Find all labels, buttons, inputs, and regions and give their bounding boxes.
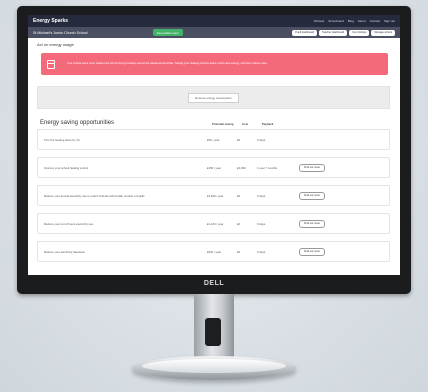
top-nav: Schools Scoreboard Blog About Contact Si… xyxy=(314,19,395,23)
opportunity-saving: £95 / year xyxy=(207,137,220,142)
manage-school-button[interactable]: Manage school xyxy=(371,29,395,36)
opportunity-row: Reduce your out of hours electricity use… xyxy=(37,213,390,234)
nav-link-schools[interactable]: Schools xyxy=(314,19,325,23)
opportunity-description: Reduce your out of hours electricity use xyxy=(44,221,94,226)
opportunity-saving: £4,600 / year xyxy=(207,193,224,198)
opportunities-title: Energy saving opportunities xyxy=(40,120,115,126)
stand-cable-slot xyxy=(205,318,221,346)
nav-link-contact[interactable]: Contact xyxy=(370,19,380,23)
opportunity-cost: £3,000 xyxy=(237,165,246,170)
opportunities-section: Energy saving opportunities Potential sa… xyxy=(37,116,390,262)
page-content: Act on energy usage Your school spent mo… xyxy=(28,38,400,262)
column-header-payback: Payback xyxy=(262,122,274,126)
opportunity-row: Reduce your annual electricity use to ma… xyxy=(37,185,390,206)
monitor-stand-base-top xyxy=(142,359,286,373)
opportunity-cost: £0 xyxy=(237,221,241,226)
teacher-dashboard-button[interactable]: Teacher dashboard xyxy=(319,29,348,36)
chart-button[interactable]: Remove energy consumption xyxy=(188,92,239,103)
opportunity-cost: £0 xyxy=(237,193,241,198)
opportunity-cost: £0 xyxy=(237,137,241,142)
column-header-cost: Cost xyxy=(242,122,249,126)
school-bar: St Michael's Junior Church School Eco pe… xyxy=(28,27,400,38)
alert-text: Your school spent more heating the schoo… xyxy=(67,62,268,65)
key-findings-button[interactable]: Key findings xyxy=(349,29,370,36)
opportunity-payback: 1 year 7 months xyxy=(257,165,278,170)
opportunity-description: Improve your school heating control xyxy=(44,165,89,170)
opportunity-description: Turn the heating down by 1C xyxy=(44,137,80,142)
opportunity-saving: £1,100 / year xyxy=(207,221,224,226)
opportunity-saving: £150 / year xyxy=(207,165,221,170)
opportunity-cost: £0 xyxy=(237,249,241,254)
find-out-more-button[interactable]: Find out more xyxy=(299,191,326,200)
opportunity-payback: 0 days xyxy=(257,221,266,226)
opportunity-payback: 0 days xyxy=(257,193,266,198)
nav-link-scoreboard[interactable]: Scoreboard xyxy=(328,19,344,23)
opportunity-payback: 0 days xyxy=(257,249,266,254)
opportunity-description: Reduce your electricity baseload xyxy=(44,249,85,254)
screen: Energy Sparks Schools Scoreboard Blog Ab… xyxy=(28,15,400,275)
page-title: Act on energy usage xyxy=(37,42,74,47)
find-out-more-button[interactable]: Find out more xyxy=(299,247,326,256)
column-header-saving: Potential saving xyxy=(212,122,234,126)
nav-link-blog[interactable]: Blog xyxy=(348,19,354,23)
nav-link-about[interactable]: About xyxy=(358,19,366,23)
status-badge: Eco petition open xyxy=(153,29,183,36)
opportunities-list: Turn the heating down by 1C £95 / year £… xyxy=(37,129,390,262)
opportunity-saving: £620 / year xyxy=(207,249,221,254)
opportunity-row: Reduce your electricity baseload £620 / … xyxy=(37,241,390,262)
opportunity-row: Turn the heating down by 1C £95 / year £… xyxy=(37,129,390,150)
opportunity-description: Reduce your annual electricity use to ma… xyxy=(44,193,145,198)
calendar-icon xyxy=(47,59,55,69)
app-title[interactable]: Energy Sparks xyxy=(33,18,314,24)
opportunities-header: Energy saving opportunities Potential sa… xyxy=(40,116,390,126)
chart-placeholder: Remove energy consumption xyxy=(37,86,390,109)
find-out-more-button[interactable]: Find out more xyxy=(299,163,326,172)
top-navbar: Energy Sparks Schools Scoreboard Blog Ab… xyxy=(28,15,400,27)
pupil-dashboard-button[interactable]: Pupil dashboard xyxy=(292,29,318,36)
opportunity-row: Improve your school heating control £150… xyxy=(37,157,390,178)
opportunity-payback: 0 days xyxy=(257,137,266,142)
find-out-more-button[interactable]: Find out more xyxy=(299,219,326,228)
monitor-logo: DELL xyxy=(203,280,225,287)
nav-link-sign-out[interactable]: Sign out xyxy=(384,19,395,23)
school-name[interactable]: St Michael's Junior Church School xyxy=(33,31,153,35)
alert-banner: Your school spent more heating the schoo… xyxy=(41,53,388,75)
school-actions: Pupil dashboard Teacher dashboard Key fi… xyxy=(292,29,395,36)
